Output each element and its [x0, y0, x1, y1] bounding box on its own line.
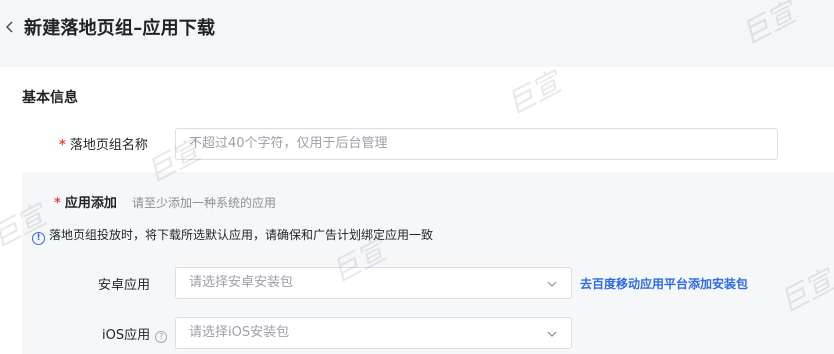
add-android-package-link[interactable]: 去百度移动应用平台添加安装包: [580, 275, 748, 292]
download-notice: ! 落地页组投放时，将下载所选默认应用，请确保和广告计划绑定应用一致: [32, 226, 433, 245]
landing-group-name-label-text: 落地页组名称: [69, 138, 148, 153]
required-mark: *: [59, 138, 66, 153]
landing-group-name-input[interactable]: 不超过40个字符，仅用于后台管理: [175, 128, 778, 160]
back-icon[interactable]: [3, 17, 17, 37]
required-mark: *: [54, 196, 61, 211]
ios-app-placeholder: 请选择iOS安装包: [189, 325, 290, 340]
download-notice-text: 落地页组投放时，将下载所选默认应用，请确保和广告计划绑定应用一致: [49, 228, 434, 242]
ios-app-label-text: iOS应用: [102, 328, 151, 343]
app-add-label-text: 应用添加: [64, 196, 117, 211]
app-add-label: * 应用添加: [54, 192, 117, 211]
android-app-placeholder: 请选择安卓安装包: [189, 275, 294, 290]
help-icon[interactable]: ?: [155, 331, 168, 343]
ios-app-label: iOS应用?: [102, 324, 168, 343]
app-add-hint: 请至少添加一种系统的应用: [132, 196, 277, 210]
android-app-select[interactable]: 请选择安卓安装包: [175, 267, 572, 299]
chevron-down-icon: [547, 331, 557, 337]
android-app-label: 安卓应用: [97, 278, 150, 293]
landing-group-name-placeholder: 不超过40个字符，仅用于后台管理: [189, 136, 388, 151]
info-icon: !: [32, 232, 45, 245]
page-header: 新建落地页组–应用下载: [0, 0, 834, 58]
app-add-panel: * 应用添加 请至少添加一种系统的应用 ! 落地页组投放时，将下载所选默认应用，请确…: [22, 172, 834, 354]
page-title: 新建落地页组–应用下载: [24, 18, 216, 39]
section-title-basic-info: 基本信息: [22, 90, 78, 106]
chevron-down-icon: [547, 281, 557, 287]
form-card: 基本信息 * 落地页组名称 不超过40个字符，仅用于后台管理 * 应用添加 请至少添…: [0, 67, 834, 354]
landing-group-name-label: * 落地页组名称: [59, 134, 148, 153]
ios-app-select[interactable]: 请选择iOS安装包: [175, 317, 572, 349]
